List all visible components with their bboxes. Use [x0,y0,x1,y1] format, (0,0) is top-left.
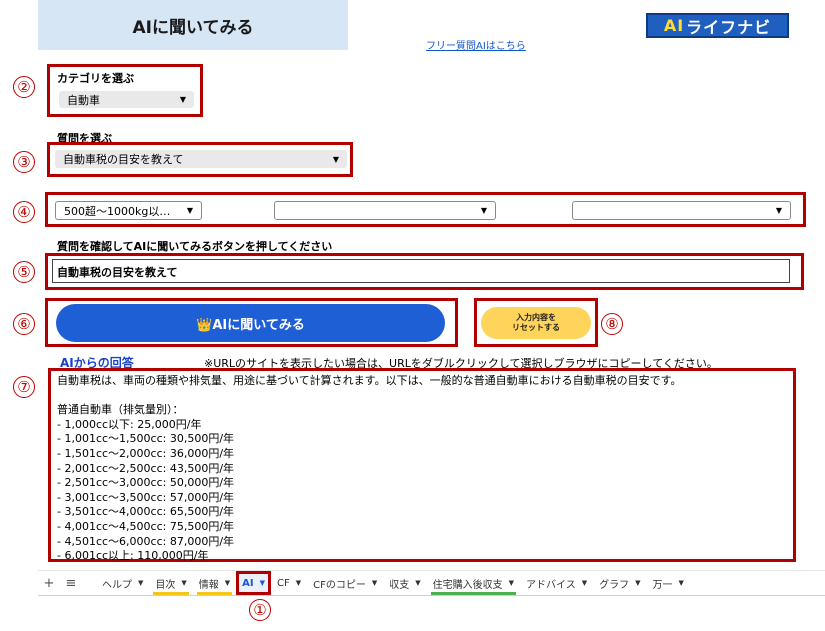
sheet-tab-bar: + ≡ ヘルプ ▼ 目次 ▼ 情報 ▼ AI ▼ CF ▼ CFのコピー ▼ 収支 ▼ 住宅購… [38,570,825,596]
add-sheet-icon[interactable]: + [38,576,60,591]
callout-5: ⑤ [13,261,35,283]
caret-down-icon: ▼ [371,579,378,587]
callout-3: ③ [13,151,35,173]
tab-graph[interactable]: グラフ ▼ [593,571,646,595]
callout-2: ② [13,76,35,98]
tab-label: CFのコピー [313,579,366,591]
tab-cf-copy[interactable]: CFのコピー ▼ [307,571,383,595]
category-dropdown[interactable]: 自動車 ▼ [59,91,194,108]
callout-4: ④ [13,201,35,223]
tab-label: CF [277,577,290,589]
caret-down-icon: ▼ [635,579,641,587]
all-sheets-menu-icon[interactable]: ≡ [60,576,82,591]
chevron-down-icon: ▼ [179,95,186,104]
tab-info[interactable]: 情報 ▼ [193,571,236,595]
option3-dropdown[interactable]: ▼ [572,201,791,220]
tab-label: 収支 [389,579,410,591]
page-title: AIに聞いてみる [38,0,348,50]
question-confirm-field[interactable]: 自動車税の目安を教えて [52,259,790,283]
caret-down-icon: ▼ [224,579,231,587]
tab-cf[interactable]: CF ▼ [271,571,307,595]
answer-text: 自動車税は、車両の種類や排気量、用途に基づいて計算されます。以下は、一般的な普通… [57,374,682,563]
chevron-down-icon: ▼ [332,154,339,164]
option1-dropdown[interactable]: 500超～1000kg以… ▼ [55,201,202,220]
caret-down-icon: ▼ [415,579,421,587]
tab-label: 目次 [155,579,176,591]
option1-value: 500超～1000kg以… [64,204,171,218]
callout-6: ⑥ [13,313,35,335]
ask-ai-button[interactable]: 👑AIに聞いてみる [56,304,445,342]
tab-label: グラフ [599,579,630,591]
question-dropdown[interactable]: 自動車税の目安を教えて ▼ [55,150,347,168]
question-value: 自動車税の目安を教えて [63,153,184,166]
caret-down-icon: ▼ [295,579,302,587]
tab-post-purchase-balance[interactable]: 住宅購入後収支 ▼ [427,571,520,595]
tab-label: AI [242,577,254,589]
tab-balance[interactable]: 収支 ▼ [383,571,426,595]
option2-dropdown[interactable]: ▼ [274,201,496,220]
answer-box[interactable]: 自動車税は、車両の種類や排気量、用途に基づいて計算されます。以下は、一般的な普通… [48,368,796,562]
tab-contents[interactable]: 目次 ▼ [149,571,192,595]
caret-down-icon: ▼ [508,579,515,587]
caret-down-icon: ▼ [581,579,588,587]
caret-down-icon: ▼ [138,579,144,587]
tab-label: 住宅購入後収支 [432,579,503,591]
tab-label: ヘルプ [102,579,132,591]
logo-name-text: ライフナビ [686,17,772,37]
confirm-label: 質問を確認してAIに聞いてみるボタンを押してください [57,240,333,253]
chevron-down-icon: ▼ [775,206,782,215]
reset-input-button[interactable]: 入力内容を リセットする [481,307,591,339]
category-value: 自動車 [67,93,100,107]
tab-help[interactable]: ヘルプ ▼ [96,571,149,595]
chevron-down-icon: ▼ [186,206,193,215]
reset-label-line2: リセットする [512,323,560,332]
tab-label: アドバイス [526,579,576,591]
ailifenavi-logo: AI ライフナビ [646,13,789,38]
logo-ai-text: AI [663,16,685,35]
caret-down-icon: ▼ [678,579,684,587]
reset-label-line1: 入力内容を [516,313,556,322]
caret-down-icon: ▼ [259,579,266,587]
callout-7: ⑦ [13,376,35,398]
caret-down-icon: ▼ [181,579,187,587]
tab-advice[interactable]: アドバイス ▼ [520,571,593,595]
tab-label: 情報 [198,579,219,591]
free-question-link[interactable]: フリー質問AIはこちら [426,37,526,52]
tab-label: 万一 [652,579,673,591]
tab-emergency[interactable]: 万一 ▼ [647,571,690,595]
category-label: カテゴリを選ぶ [57,72,134,85]
callout-8: ⑧ [601,313,623,335]
tab-ai[interactable]: AI ▼ [236,571,272,595]
chevron-down-icon: ▼ [480,206,487,215]
callout-1: ① [249,599,271,621]
